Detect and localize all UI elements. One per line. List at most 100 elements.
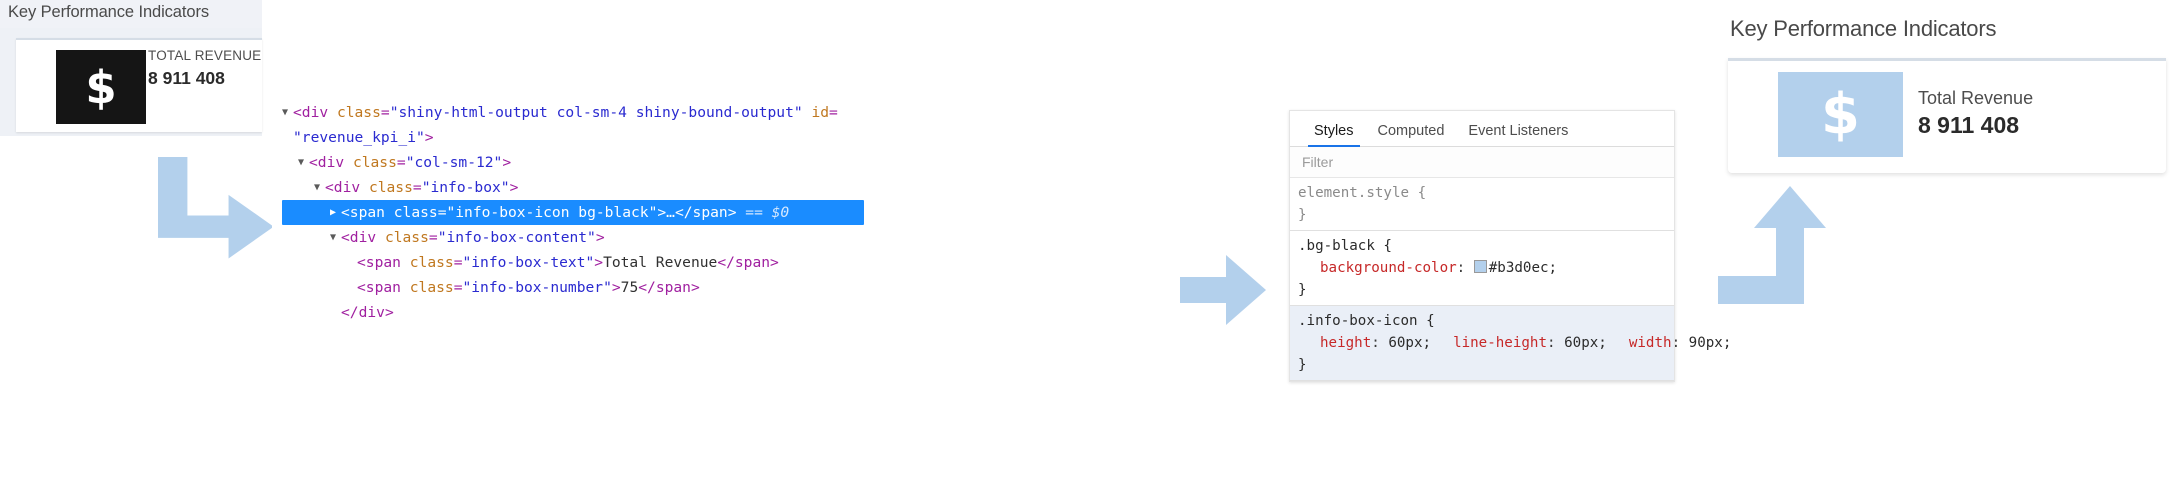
dom-token-punct: > (424, 129, 434, 146)
dom-token-punct: = (428, 229, 438, 246)
dom-token-punct: = (396, 154, 406, 171)
arrow-right-icon (1180, 255, 1266, 325)
dom-node[interactable]: <div class="info-box-content"> (282, 225, 842, 250)
dom-token-dollar0: == $0 (745, 204, 790, 221)
elbow-arrow-right-up-icon (1718, 186, 1826, 304)
dom-token-txt: … (666, 204, 675, 221)
css-rule-block[interactable]: .bg-black {background-color: #b3d0ec;} (1290, 231, 1674, 306)
chevron-right-icon[interactable] (330, 200, 341, 225)
kpi-before-label: TOTAL REVENUE (148, 48, 262, 63)
dollar-sign-icon: $ (56, 50, 146, 124)
dom-token-punct: </ (717, 254, 735, 271)
dom-node[interactable]: <span class="info-box-number">75</span> (282, 275, 842, 300)
dom-token-val: "info-box" (421, 179, 510, 196)
css-declaration[interactable]: width: 90px; (1607, 332, 1732, 354)
dom-token-attr: class (368, 179, 413, 196)
dom-token-space (376, 229, 385, 246)
css-rule-block[interactable]: element.style {} (1290, 178, 1674, 231)
dom-token-punct: > (611, 279, 621, 296)
css-selector[interactable]: .info-box-icon { (1298, 310, 1674, 332)
chevron-down-icon[interactable] (314, 175, 325, 200)
dom-token-tag: span (655, 279, 691, 296)
dom-token-punct: < (325, 179, 334, 196)
tab-styles[interactable]: Styles (1302, 123, 1366, 147)
dom-token-punct: </ (341, 304, 359, 321)
dom-token-punct: = (829, 104, 838, 121)
dom-token-space (360, 179, 369, 196)
dom-token-attr: class (409, 279, 454, 296)
dom-token-space (401, 279, 410, 296)
styles-filter-row[interactable]: Filter (1290, 147, 1674, 178)
dom-token-attr: class (336, 104, 381, 121)
css-rule-close-brace: } (1298, 282, 1307, 298)
chevron-down-icon[interactable] (298, 150, 309, 175)
css-declaration[interactable]: background-color: #b3d0ec; (1298, 257, 1557, 279)
kpi-before-value: 8 911 408 (148, 68, 225, 88)
kpi-after-label: Total Revenue (1918, 88, 2034, 108)
dom-token-tag: span (349, 204, 385, 221)
dom-token-val: "col-sm-12" (405, 154, 503, 171)
dom-token-txt: Total Revenue (603, 254, 718, 271)
dom-token-punct: < (341, 229, 350, 246)
dom-token-punct: > (509, 179, 519, 196)
dom-token-val: "info-box-icon bg-black" (446, 204, 658, 221)
dom-node[interactable]: <div class="info-box"> (282, 175, 842, 200)
dom-token-attr: class (384, 229, 429, 246)
dom-token-space (385, 204, 394, 221)
dom-token-tag: span (365, 279, 401, 296)
css-rule-close-brace: } (1298, 207, 1307, 223)
dom-token-val: "revenue_kpi_i" (293, 129, 425, 146)
tab-event-listeners[interactable]: Event Listeners (1456, 123, 1580, 146)
dom-node[interactable]: "revenue_kpi_i"> (282, 125, 842, 150)
dom-token-punct: </ (638, 279, 656, 296)
dom-token-space (328, 104, 337, 121)
dom-token-tag: div (349, 229, 377, 246)
css-declaration[interactable]: height: 60px; (1298, 332, 1431, 354)
dom-node[interactable]: <span class="info-box-text">Total Revenu… (282, 250, 842, 275)
styles-panel-tabs[interactable]: Styles Computed Event Listeners (1290, 111, 1674, 147)
css-rule-block[interactable]: .info-box-icon {height: 60px; line-height… (1290, 306, 1731, 381)
kpi-before-title: Key Performance Indicators (8, 3, 209, 21)
devtools-styles-panel[interactable]: Styles Computed Event Listeners Filter ele… (1289, 110, 1731, 382)
dom-token-punct: = (380, 104, 390, 121)
dom-node-selected[interactable]: <span class="info-box-icon bg-black">…</… (282, 200, 864, 225)
dollar-sign-icon: $ (1778, 72, 1903, 157)
dom-node[interactable]: </div> (282, 300, 842, 325)
dom-token-punct: > (384, 304, 394, 321)
dom-token-tag: span (365, 254, 401, 271)
devtools-dom-tree[interactable]: <div class="shiny-html-output col-sm-4 s… (282, 100, 864, 325)
dom-token-tag: span (734, 254, 771, 271)
tab-computed[interactable]: Computed (1366, 123, 1457, 146)
dom-node[interactable]: <div class="col-sm-12"> (282, 150, 842, 175)
dom-token-punct: > (657, 204, 667, 221)
dom-token-space (344, 154, 353, 171)
dom-token-punct: = (412, 179, 422, 196)
dom-token-tag: div (317, 154, 345, 171)
dom-token-punct: < (309, 154, 318, 171)
chevron-down-icon[interactable] (282, 100, 293, 125)
css-selector[interactable]: .bg-black { (1298, 235, 1674, 257)
dom-token-space (401, 254, 410, 271)
styles-filter-placeholder: Filter (1302, 154, 1334, 170)
dom-node[interactable]: <div class="shiny-html-output col-sm-4 s… (282, 100, 842, 125)
dom-token-tag: div (333, 179, 361, 196)
dom-token-val: "info-box-content" (437, 229, 596, 246)
dom-token-punct: > (502, 154, 512, 171)
dom-token-attr: class (409, 254, 454, 271)
color-swatch-icon[interactable] (1473, 260, 1487, 273)
css-selector[interactable]: element.style { (1298, 182, 1674, 204)
dom-token-val: "shiny-html-output col-sm-4 shiny-bound-… (389, 104, 803, 121)
dom-token-tag: div (301, 104, 329, 121)
chevron-down-icon[interactable] (330, 225, 341, 250)
dom-token-punct: > (594, 254, 604, 271)
dom-token-punct: > (595, 229, 605, 246)
dom-token-punct: </ (674, 204, 693, 221)
kpi-after-value: 8 911 408 (1918, 112, 2020, 138)
dom-token-tag: div (358, 304, 385, 321)
dom-token-attr: class (393, 204, 438, 221)
dom-token-val: "info-box-text" (462, 254, 595, 271)
css-rules-list[interactable]: element.style {} .bg-black {background-co… (1290, 178, 1731, 381)
dom-token-punct: < (341, 204, 350, 221)
css-declaration[interactable]: line-height: 60px; (1431, 332, 1607, 354)
dom-token-txt: 75 (620, 279, 639, 296)
